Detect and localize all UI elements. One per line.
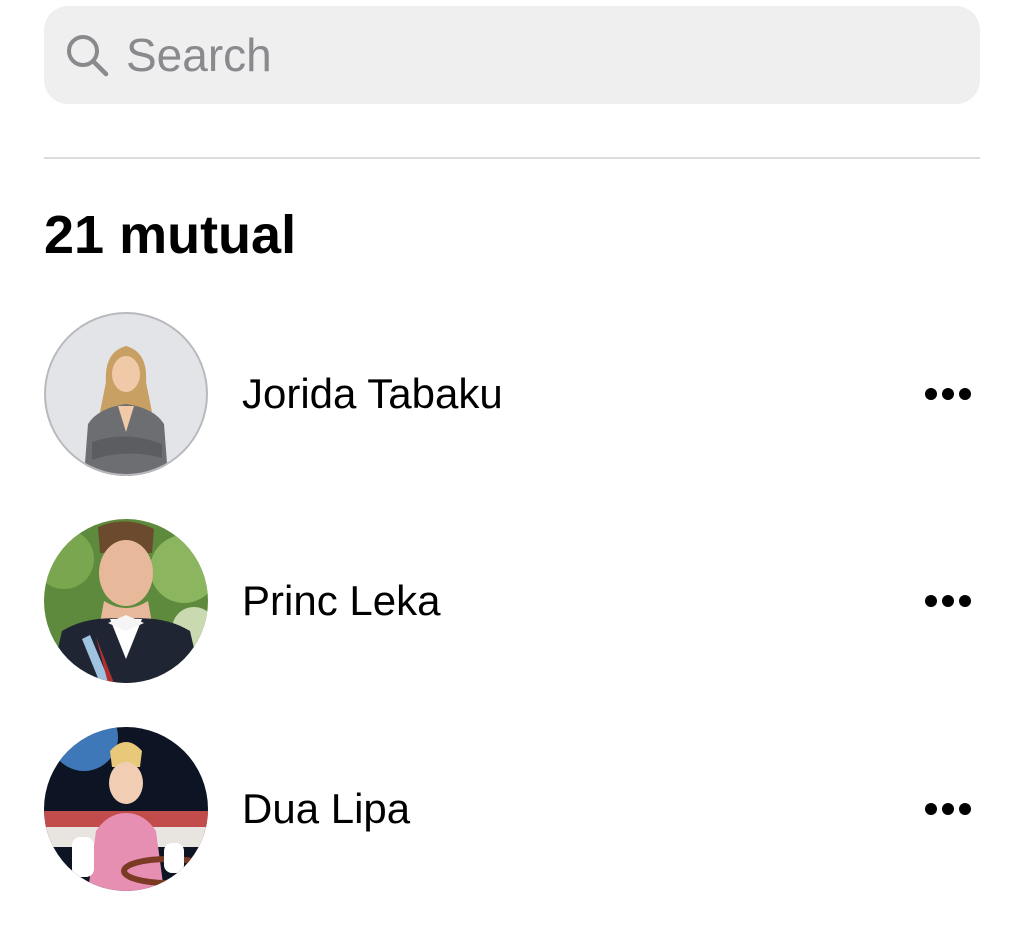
list-item[interactable]: Princ Leka [0, 519, 1024, 683]
list-item[interactable]: Jorida Tabaku [0, 312, 1024, 476]
account-name[interactable]: Princ Leka [242, 571, 440, 631]
avatar[interactable] [44, 727, 208, 891]
search-input[interactable] [126, 25, 926, 85]
list-item[interactable]: Dua Lipa [0, 727, 1024, 891]
avatar[interactable] [44, 312, 208, 476]
section-title: 21 mutual [44, 205, 297, 265]
avatar[interactable] [44, 519, 208, 683]
search-bar[interactable] [44, 6, 980, 104]
more-horizontal-icon[interactable] [916, 571, 980, 631]
divider [44, 157, 980, 159]
more-horizontal-icon[interactable] [916, 779, 980, 839]
search-icon [67, 35, 109, 77]
more-horizontal-icon[interactable] [916, 364, 980, 424]
account-name[interactable]: Jorida Tabaku [242, 364, 503, 424]
account-name[interactable]: Dua Lipa [242, 779, 410, 839]
